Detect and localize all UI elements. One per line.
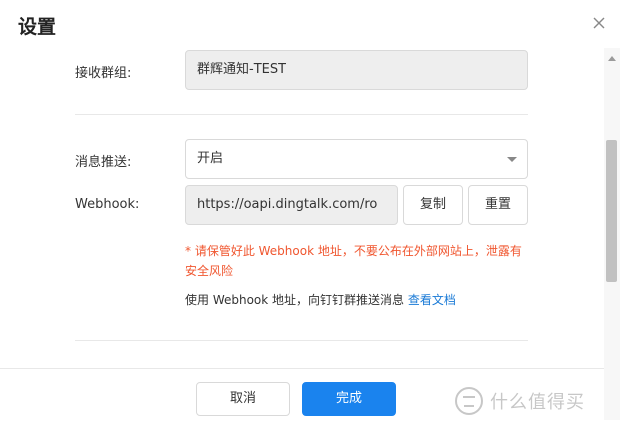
group-value: 群辉通知-TEST [197, 62, 287, 77]
docs-link[interactable]: 查看文档 [408, 293, 456, 307]
webhook-value: https://oapi.dingtalk.com/ro [197, 197, 378, 212]
dialog-title: 设置 [18, 16, 57, 38]
group-label: 接收群组: [75, 66, 132, 81]
webhook-field[interactable]: https://oapi.dingtalk.com/ro [185, 185, 398, 225]
watermark: 什么值得买 [454, 384, 585, 418]
divider [75, 340, 528, 341]
dialog-body: 接收群组: 群辉通知-TEST 消息推送: 开启 Webhook: https:… [0, 40, 604, 368]
smzdm-logo-icon [455, 387, 483, 415]
watermark-text: 什么值得买 [490, 392, 585, 413]
hint-text: 使用 Webhook 地址，向钉钉群推送消息 [185, 293, 408, 307]
webhook-hint: 使用 Webhook 地址，向钉钉群推送消息 查看文档 [185, 291, 456, 308]
warning-line-1: * 请保管好此 Webhook 地址，不要公布在外部网站上，泄露有 [185, 244, 522, 258]
scroll-up-arrow-icon[interactable] [608, 56, 616, 61]
copy-button[interactable]: 复制 [403, 185, 463, 225]
push-select[interactable]: 开启 [185, 139, 528, 179]
group-field: 群辉通知-TEST [185, 50, 528, 90]
cancel-button[interactable]: 取消 [196, 382, 290, 416]
warning-line-2: 安全风险 [185, 264, 234, 278]
reset-button[interactable]: 重置 [468, 185, 528, 225]
done-button[interactable]: 完成 [302, 382, 396, 416]
webhook-warning: * 请保管好此 Webhook 地址，不要公布在外部网站上，泄露有 安全风险 [185, 241, 535, 281]
webhook-label: Webhook: [75, 197, 140, 212]
push-select-value: 开启 [197, 151, 224, 166]
close-icon[interactable] [590, 14, 608, 32]
divider [75, 114, 528, 115]
scrollbar-thumb[interactable] [606, 140, 617, 282]
push-label: 消息推送: [75, 155, 132, 170]
settings-dialog: 设置 接收群组: 群辉通知-TEST 消息推送: 开启 Webhook: htt… [0, 0, 620, 428]
caret-down-icon [507, 157, 517, 162]
